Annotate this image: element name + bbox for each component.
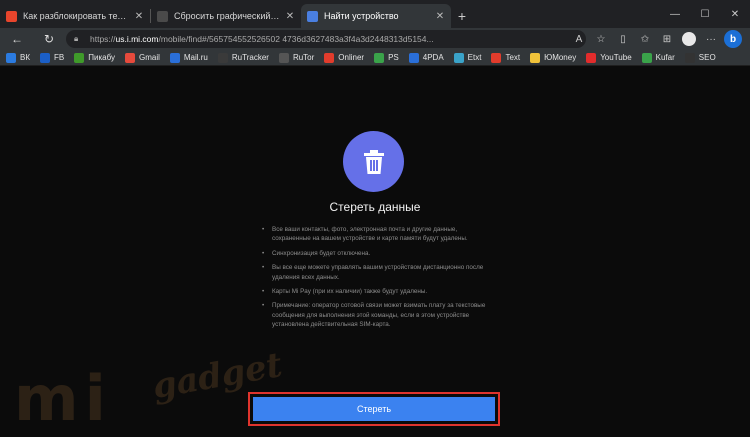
maximize-icon[interactable]: ☐ xyxy=(690,0,720,28)
bookmark-favicon-icon xyxy=(169,52,180,63)
bookmark-item[interactable]: Пикабу xyxy=(74,52,115,63)
tab-favicon-icon xyxy=(307,10,318,22)
bookmark-label: FB xyxy=(54,53,65,62)
tab-0[interactable]: Как разблокировать телефон е ✕ xyxy=(0,4,150,28)
split-screen-icon[interactable]: ▯ xyxy=(614,30,632,48)
bookmark-label: RuTracker xyxy=(231,53,269,62)
reload-icon[interactable]: ↻ xyxy=(38,28,60,50)
bookmark-favicon-icon xyxy=(324,52,335,63)
trash-icon xyxy=(343,131,404,192)
bookmark-item[interactable]: PS xyxy=(374,52,399,63)
bookmark-favicon-icon xyxy=(491,52,502,63)
close-icon[interactable]: ✕ xyxy=(285,11,295,22)
watermark-logo: mi gadget xyxy=(14,340,285,435)
bookmark-favicon-icon xyxy=(40,52,50,63)
bookmark-label: YouTube xyxy=(600,53,632,62)
bookmark-label: ВК xyxy=(20,53,30,62)
bookmark-item[interactable]: ЮMoney xyxy=(530,52,577,63)
bookmark-favicon-icon xyxy=(530,52,541,63)
close-window-icon[interactable]: ✕ xyxy=(720,0,750,28)
bookmark-item[interactable]: Gmail xyxy=(124,52,160,63)
close-icon[interactable]: ✕ xyxy=(134,11,144,22)
collections-icon[interactable]: ⊞ xyxy=(658,30,676,48)
page-content: Стереть данные Все ваши контакты, фото, … xyxy=(0,67,750,437)
bookmark-label: Gmail xyxy=(138,53,160,62)
bookmark-favicon-icon xyxy=(278,52,289,63)
bookmark-favicon-icon xyxy=(124,52,135,63)
info-item: Синхронизация будет отключена. xyxy=(262,249,492,259)
bookmark-favicon-icon xyxy=(74,52,85,63)
favorite-star-icon[interactable]: ☆ xyxy=(592,30,610,48)
bookmark-favicon-icon xyxy=(453,52,464,63)
bookmark-item[interactable]: RuTracker xyxy=(217,52,269,63)
tab-favicon-icon xyxy=(157,10,168,22)
info-list: Все ваши контакты, фото, электронная поч… xyxy=(262,225,492,335)
info-item: Вы все еще можете управлять вашим устрой… xyxy=(262,263,492,282)
erase-button-highlight: Стереть xyxy=(248,392,500,426)
window-controls: — ☐ ✕ xyxy=(660,0,750,28)
bookmark-label: 4PDA xyxy=(422,53,444,62)
bookmark-favicon-icon xyxy=(586,52,597,63)
bookmark-label: RuTor xyxy=(292,53,315,62)
bookmark-favicon-icon xyxy=(217,52,228,63)
tab-1[interactable]: Сбросить графический ключ н ✕ xyxy=(151,4,301,28)
tab-2[interactable]: Найти устройство ✕ xyxy=(301,4,451,28)
bookmark-item[interactable]: ВК xyxy=(6,52,30,63)
address-bar[interactable]: 🔒︎ https://us.i.mi.com/mobile/find#/5657… xyxy=(66,30,586,48)
erase-button[interactable]: Стереть xyxy=(253,397,495,421)
info-item: Карты Mi Pay (при их наличии) также буду… xyxy=(262,287,492,297)
bookmark-label: Etxt xyxy=(467,53,482,62)
browser-toolbar: ← ↻ 🔒︎ https://us.i.mi.com/mobile/find#/… xyxy=(0,28,750,50)
bookmark-label: ЮMoney xyxy=(544,53,577,62)
tab-title: Как разблокировать телефон е xyxy=(23,11,130,21)
bookmark-item[interactable]: SEO xyxy=(684,52,716,63)
bookmark-label: Onliner xyxy=(338,53,365,62)
bookmarks-bar: ВК FB Пикабу Gmail Mail.ru RuTracker RuTor Onli… xyxy=(0,50,750,66)
watermark-mi: mi xyxy=(14,362,112,435)
bookmark-favicon-icon xyxy=(684,52,695,63)
bookmark-item[interactable]: YouTube xyxy=(586,52,632,63)
bookmark-label: Mail.ru xyxy=(183,53,208,62)
bookmark-favicon-icon xyxy=(408,52,419,63)
close-icon[interactable]: ✕ xyxy=(435,11,445,22)
bookmark-item[interactable]: Kufar xyxy=(641,52,675,63)
bookmark-label: Text xyxy=(505,53,521,62)
bookmark-item[interactable]: Mail.ru xyxy=(169,52,208,63)
bookmark-favicon-icon xyxy=(6,52,16,63)
url-text: https://us.i.mi.com/mobile/find#/5657545… xyxy=(90,34,434,44)
bing-icon[interactable]: b xyxy=(724,30,742,48)
bookmark-item[interactable]: FB xyxy=(40,52,65,63)
tab-strip: Как разблокировать телефон е ✕ Сбросить … xyxy=(0,0,750,28)
info-item: Все ваши контакты, фото, электронная поч… xyxy=(262,225,492,244)
bookmark-item[interactable]: Etxt xyxy=(453,52,482,63)
minimize-icon[interactable]: — xyxy=(660,0,690,28)
back-arrow-icon[interactable]: ← xyxy=(6,28,28,50)
bookmark-label: PS xyxy=(388,53,399,62)
bookmark-item[interactable]: Text xyxy=(491,52,521,63)
bookmark-label: Пикабу xyxy=(88,53,115,62)
bookmark-item[interactable]: Onliner xyxy=(324,52,365,63)
profile-avatar[interactable] xyxy=(680,30,698,48)
toolbar-actions: A ☆ ▯ ✩ ⊞ ··· b xyxy=(570,28,742,50)
lock-icon: 🔒︎ xyxy=(74,34,79,43)
tab-favicon-icon xyxy=(6,10,17,22)
favorites-icon[interactable]: ✩ xyxy=(636,30,654,48)
page-title: Стереть данные xyxy=(329,200,421,214)
bookmark-item[interactable]: 4PDA xyxy=(408,52,444,63)
read-aloud-icon[interactable]: A xyxy=(570,30,588,48)
bookmark-item[interactable]: RuTor xyxy=(278,52,315,63)
bookmark-favicon-icon xyxy=(374,52,385,63)
bookmark-favicon-icon xyxy=(641,52,652,63)
bookmark-label: Kufar xyxy=(655,53,675,62)
tab-title: Сбросить графический ключ н xyxy=(174,11,281,21)
info-item: Примечание: оператор сотовой связи может… xyxy=(262,301,492,329)
bookmark-label: SEO xyxy=(698,53,716,62)
tab-title: Найти устройство xyxy=(324,11,399,21)
more-icon[interactable]: ··· xyxy=(702,30,720,48)
new-tab-button[interactable]: + xyxy=(451,4,473,28)
